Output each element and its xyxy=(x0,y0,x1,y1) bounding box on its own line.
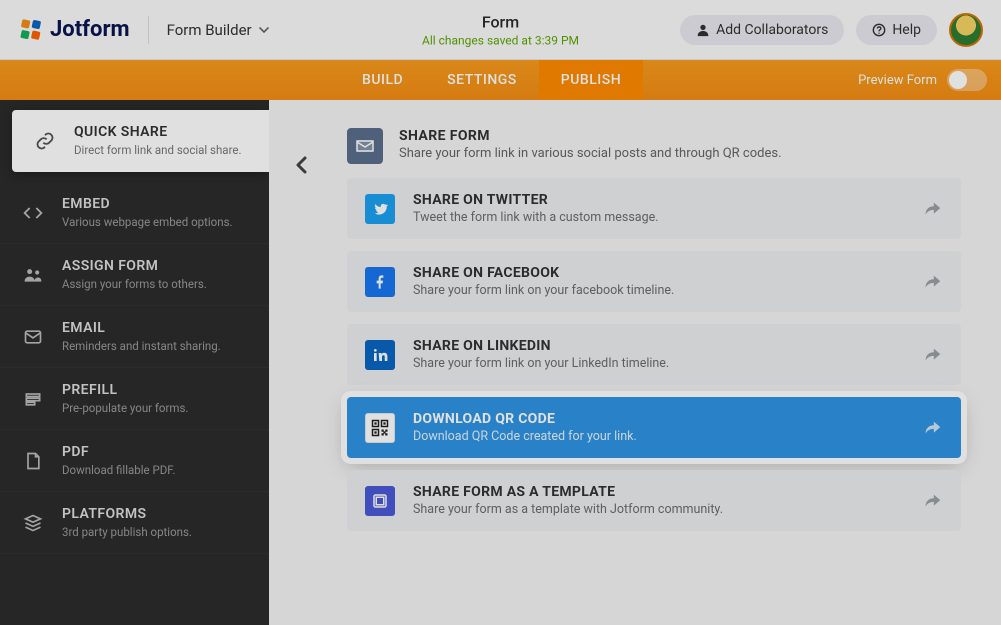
qr-icon xyxy=(365,413,395,443)
user-avatar[interactable] xyxy=(949,13,983,47)
brand-logo[interactable]: Jotform xyxy=(18,17,130,43)
sidebar-item-prefill[interactable]: PREFILL Pre-populate your forms. xyxy=(0,368,269,430)
builder-tabbar: BUILD SETTINGS PUBLISH Preview Form xyxy=(0,60,1001,100)
share-card-title: SHARE FORM AS A TEMPLATE xyxy=(413,484,723,500)
sidebar-item-subtitle: Pre-populate your forms. xyxy=(62,401,251,415)
sidebar-item-subtitle: Direct form link and social share. xyxy=(74,143,251,157)
share-card-subtitle: Download QR Code created for your link. xyxy=(413,429,637,444)
tab-settings[interactable]: SETTINGS xyxy=(425,60,539,100)
share-card-qr[interactable]: DOWNLOAD QR CODE Download QR Code created… xyxy=(347,397,961,458)
share-card-twitter[interactable]: SHARE ON TWITTER Tweet the form link with… xyxy=(347,178,961,239)
people-icon xyxy=(22,264,44,286)
person-icon xyxy=(696,23,710,37)
share-form-subtitle: Share your form link in various social p… xyxy=(399,146,782,161)
sidebar-item-pdf[interactable]: PDF Download fillable PDF. xyxy=(0,430,269,492)
share-card-facebook[interactable]: SHARE ON FACEBOOK Share your form link on… xyxy=(347,251,961,312)
sidebar-item-title: PREFILL xyxy=(62,382,251,398)
save-status: All changes saved at 3:39 PM xyxy=(422,33,579,47)
form-title[interactable]: Form xyxy=(422,12,579,31)
mail-icon xyxy=(347,128,383,164)
sidebar-item-title: ASSIGN FORM xyxy=(62,258,251,274)
twitter-icon xyxy=(365,194,395,224)
brand-name: Jotform xyxy=(50,17,130,42)
sidebar-item-platforms[interactable]: PLATFORMS 3rd party publish options. xyxy=(0,492,269,554)
mail-icon xyxy=(22,326,44,348)
link-icon xyxy=(34,130,56,152)
facebook-icon xyxy=(365,267,395,297)
sidebar-item-subtitle: Assign your forms to others. xyxy=(62,277,251,291)
share-arrow-icon xyxy=(921,490,943,512)
tab-publish[interactable]: PUBLISH xyxy=(539,60,643,100)
form-builder-label: Form Builder xyxy=(167,21,252,39)
share-card-title: SHARE ON LINKEDIN xyxy=(413,338,669,354)
linkedin-icon xyxy=(365,340,395,370)
sidebar-item-embed[interactable]: EMBED Various webpage embed options. xyxy=(0,182,269,244)
share-card-title: DOWNLOAD QR CODE xyxy=(413,411,637,427)
share-card-subtitle: Share your form as a template with Jotfo… xyxy=(413,502,723,517)
share-arrow-icon xyxy=(921,198,943,220)
sidebar-item-subtitle: Various webpage embed options. xyxy=(62,215,251,229)
sidebar-item-title: PLATFORMS xyxy=(62,506,251,522)
tab-build[interactable]: BUILD xyxy=(340,60,425,100)
header-divider xyxy=(148,16,149,44)
share-form-title: SHARE FORM xyxy=(399,128,782,144)
sidebar-item-title: PDF xyxy=(62,444,251,460)
add-collaborators-button[interactable]: Add Collaborators xyxy=(680,15,844,45)
sidebar-item-subtitle: Reminders and instant sharing. xyxy=(62,339,251,353)
share-arrow-icon xyxy=(921,417,943,439)
share-card-title: SHARE ON FACEBOOK xyxy=(413,265,674,281)
sidebar-item-assign[interactable]: ASSIGN FORM Assign your forms to others. xyxy=(0,244,269,306)
share-card-template[interactable]: SHARE FORM AS A TEMPLATE Share your form … xyxy=(347,470,961,531)
chevron-down-icon xyxy=(258,24,270,36)
share-card-subtitle: Tweet the form link with a custom messag… xyxy=(413,210,659,225)
help-button[interactable]: Help xyxy=(856,15,937,45)
help-label: Help xyxy=(892,22,921,38)
brand-logo-mark xyxy=(18,17,44,43)
share-card-subtitle: Share your form link on your LinkedIn ti… xyxy=(413,356,669,371)
prefill-icon xyxy=(22,388,44,410)
share-card-subtitle: Share your form link on your facebook ti… xyxy=(413,283,674,298)
code-icon xyxy=(22,202,44,224)
template-icon xyxy=(365,486,395,516)
form-builder-dropdown[interactable]: Form Builder xyxy=(167,21,270,39)
pdf-icon xyxy=(22,450,44,472)
sidebar-item-email[interactable]: EMAIL Reminders and instant sharing. xyxy=(0,306,269,368)
share-arrow-icon xyxy=(921,271,943,293)
add-collaborators-label: Add Collaborators xyxy=(716,22,828,38)
share-arrow-icon xyxy=(921,344,943,366)
publish-sidebar: QUICK SHARE Direct form link and social s… xyxy=(0,100,269,625)
sidebar-item-quick-share[interactable]: QUICK SHARE Direct form link and social s… xyxy=(12,110,269,172)
share-card-title: SHARE ON TWITTER xyxy=(413,192,659,208)
app-header: Jotform Form Builder Form All changes sa… xyxy=(0,0,1001,60)
preview-form-toggle[interactable] xyxy=(947,69,987,91)
header-center: Form All changes saved at 3:39 PM xyxy=(422,12,579,47)
help-icon xyxy=(872,23,886,37)
stack-icon xyxy=(22,512,44,534)
back-button[interactable] xyxy=(285,148,319,182)
preview-form-label: Preview Form xyxy=(858,73,937,88)
share-form-header: SHARE FORM Share your form link in vario… xyxy=(347,128,961,164)
sidebar-item-title: EMBED xyxy=(62,196,251,212)
share-card-linkedin[interactable]: SHARE ON LINKEDIN Share your form link on… xyxy=(347,324,961,385)
sidebar-item-subtitle: 3rd party publish options. xyxy=(62,525,251,539)
sidebar-item-subtitle: Download fillable PDF. xyxy=(62,463,251,477)
publish-main: SHARE FORM Share your form link in vario… xyxy=(269,100,1001,625)
sidebar-item-title: QUICK SHARE xyxy=(74,124,251,140)
sidebar-item-title: EMAIL xyxy=(62,320,251,336)
